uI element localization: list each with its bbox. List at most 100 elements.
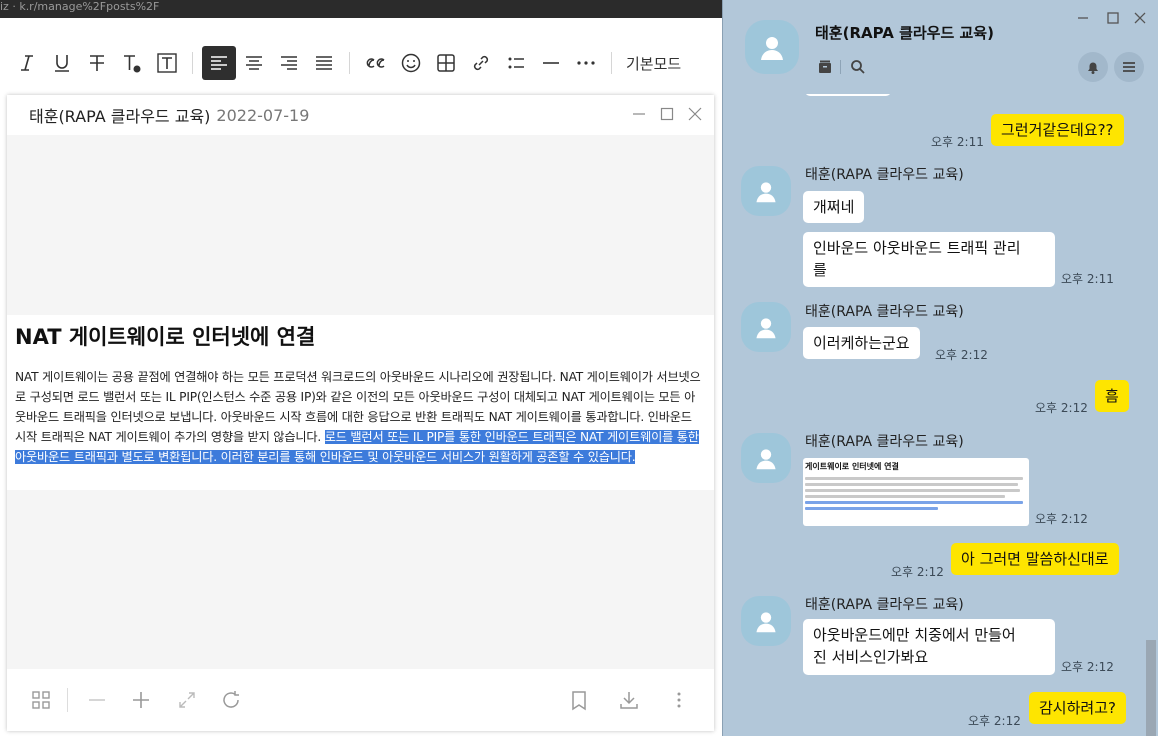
maximize-icon [660, 107, 674, 121]
person-icon [756, 182, 776, 203]
message-text: 를 [813, 261, 827, 279]
message-time: 오후 2:11 [1061, 272, 1114, 286]
message-time: 오후 2:12 [935, 348, 988, 362]
person-icon [761, 37, 783, 60]
text-color-button[interactable] [115, 46, 149, 80]
doc-paragraph: NAT 게이트웨이는 공용 끝점에 연결해야 하는 모든 프로덕션 워크로드의 … [15, 367, 706, 467]
expand-icon [179, 692, 195, 708]
bookmark-button[interactable] [565, 686, 593, 714]
strikethrough-button[interactable] [80, 46, 114, 80]
chat-messages: 그런거같은데요?? 오후 2:11 태훈(RAPA 클라우드 교육) 개쩌네 인… [723, 94, 1158, 736]
url-fragment: iz · k.r/manage%2Fposts%2F [0, 0, 160, 13]
align-center-button[interactable] [237, 46, 271, 80]
message-bubble[interactable]: 아웃바운드에만 치중에서 만들어진 서비스인가봐요 [803, 619, 1055, 675]
editor-toolbar: 기본모드 [0, 40, 724, 86]
toolbar-divider [611, 52, 612, 74]
emoji-button[interactable] [394, 46, 428, 80]
drawer-button[interactable] [816, 58, 834, 76]
message-time: 오후 2:11 [931, 135, 984, 149]
message-time: 오후 2:12 [1035, 401, 1088, 415]
align-justify-button[interactable] [307, 46, 341, 80]
person-icon [756, 318, 776, 339]
sender-name: 태훈(RAPA 클라우드 교육) [805, 167, 964, 183]
toolbar-divider [349, 52, 350, 74]
my-message-bubble[interactable]: 흠 [1095, 380, 1129, 412]
person-icon [756, 449, 776, 470]
zoom-in-button[interactable] [127, 686, 155, 714]
header-divider [840, 60, 841, 74]
sender-name: 태훈(RAPA 클라우드 교육) [805, 597, 964, 613]
message-bubble[interactable]: 이러케하는군요 [803, 327, 920, 359]
divider-button[interactable] [534, 46, 568, 80]
drawer-icon [819, 60, 831, 73]
bullet-list-button[interactable] [499, 46, 533, 80]
quote-button[interactable] [359, 46, 393, 80]
download-button[interactable] [615, 686, 643, 714]
maximize-button[interactable] [658, 105, 676, 123]
bookmark-icon [572, 691, 586, 711]
notification-button[interactable] [1078, 52, 1108, 82]
align-center-icon [246, 56, 262, 70]
quote-icon [366, 58, 385, 68]
table-button[interactable] [429, 46, 463, 80]
chat-close-button[interactable] [1132, 10, 1148, 26]
toolbar-divider [192, 52, 193, 74]
italic-icon [21, 55, 33, 71]
chat-avatar[interactable] [745, 20, 799, 74]
italic-button[interactable] [10, 46, 44, 80]
viewer-footer [7, 669, 714, 731]
message-text: 아웃바운드에만 치중에서 만들어 [813, 626, 1016, 644]
text-background-button[interactable] [150, 46, 184, 80]
my-message-bubble[interactable]: 그런거같은데요?? [991, 114, 1124, 146]
chat-minimize-button[interactable] [1075, 10, 1091, 26]
menu-button[interactable] [1114, 52, 1144, 82]
search-button[interactable] [849, 58, 867, 76]
rotate-icon [223, 691, 239, 708]
more-button[interactable] [569, 46, 603, 80]
message-text: 진 서비스인가봐요 [813, 648, 929, 666]
chat-window: 태훈(RAPA 클라우드 교육) 그런거같은데요?? 오후 2:11 태훈(RA… [722, 0, 1158, 736]
sender-name: 태훈(RAPA 클라우드 교육) [805, 434, 964, 450]
sender-name: 태훈(RAPA 클라우드 교육) [805, 304, 964, 320]
link-button[interactable] [464, 46, 498, 80]
message-bubble[interactable]: 개쩌네 [803, 191, 865, 223]
image-viewer-window: 태훈(RAPA 클라우드 교육) 2022-07-19 NAT 게이트웨이로 인… [7, 95, 714, 731]
rotate-button[interactable] [217, 686, 245, 714]
image-thumbnail[interactable]: 게이트웨이로 인터넷에 연결 [803, 458, 1029, 526]
grid-view-button[interactable] [27, 686, 55, 714]
close-button[interactable] [686, 105, 704, 123]
chat-maximize-button[interactable] [1105, 10, 1121, 26]
zoom-out-button[interactable] [83, 686, 111, 714]
fit-button[interactable] [173, 686, 201, 714]
message-time: 오후 2:12 [1061, 660, 1114, 674]
more-vertical-icon [677, 692, 681, 708]
align-right-button[interactable] [272, 46, 306, 80]
minus-icon [89, 699, 105, 701]
chat-scrollbar[interactable] [1146, 640, 1156, 736]
message-bubble[interactable] [805, 94, 891, 96]
bullet-list-icon [508, 57, 524, 69]
my-message-bubble[interactable]: 감시하려고? [1029, 692, 1126, 724]
link-icon [473, 55, 489, 71]
align-left-button[interactable] [202, 46, 236, 80]
more-horizontal-icon [577, 61, 595, 65]
mode-selector[interactable]: 기본모드 [626, 53, 681, 74]
message-time: 오후 2:12 [968, 714, 1021, 728]
viewer-window-controls [630, 105, 704, 123]
my-message-bubble[interactable]: 아 그러면 말씀하신대로 [951, 543, 1119, 575]
more-options-button[interactable] [665, 686, 693, 714]
sender-avatar[interactable] [741, 596, 791, 646]
plus-icon [133, 692, 149, 708]
message-time: 오후 2:12 [891, 565, 944, 579]
grid-icon [32, 691, 50, 709]
doc-title: NAT 게이트웨이로 인터넷에 연결 [15, 325, 316, 349]
sender-avatar[interactable] [741, 433, 791, 483]
align-justify-icon [316, 56, 332, 70]
bell-icon [1088, 62, 1098, 74]
sender-avatar[interactable] [741, 302, 791, 352]
sender-avatar[interactable] [741, 166, 791, 216]
person-icon [756, 612, 776, 633]
minimize-button[interactable] [630, 105, 648, 123]
underline-button[interactable] [45, 46, 79, 80]
message-bubble[interactable]: 인바운드 아웃바운드 트래픽 관리 를 [803, 232, 1055, 287]
